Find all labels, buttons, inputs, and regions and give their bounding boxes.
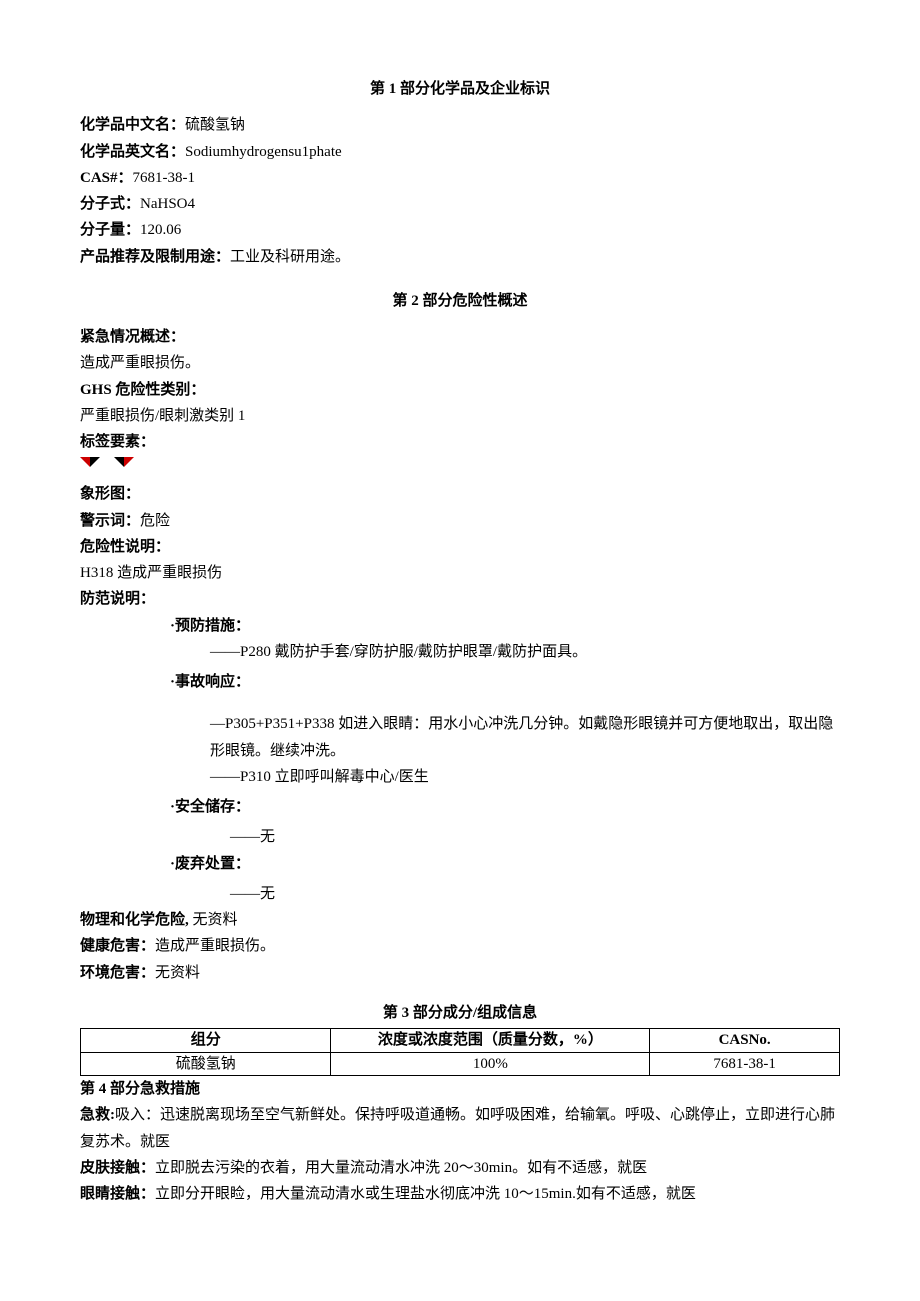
ghs-label: GHS 危险性类别：	[80, 377, 840, 403]
phys-hazard: 物理和化学危险, 无资料	[80, 907, 840, 933]
label: 分子式：	[80, 196, 140, 212]
pictogram-label: 象形图：	[80, 481, 840, 507]
hazard-value: H318 造成严重眼损伤	[80, 560, 840, 586]
section4-title: 第 4 部分急救措施	[80, 1076, 840, 1102]
value: Sodiumhydrogensu1phate	[185, 144, 342, 160]
first-aid-skin: 皮肤接触：立即脱去污染的衣着，用大量流动清水冲洗 20～30min。如有不适感，…	[80, 1155, 840, 1181]
label: 化学品英文名：	[80, 144, 185, 160]
ghs-pictogram-icon	[80, 457, 140, 477]
signal-word: 警示词：危险	[80, 508, 840, 534]
th-concentration: 浓度或浓度范围（质量分数，%）	[331, 1029, 650, 1053]
inhale-label: 吸入：	[115, 1107, 160, 1123]
th-component: 组分	[81, 1029, 331, 1053]
prevent-heading: ·预防措施：	[80, 613, 840, 639]
td-component: 硫酸氢钠	[81, 1052, 331, 1076]
label: 健康危害：	[80, 938, 155, 954]
value: 工业及科研用途。	[230, 249, 350, 265]
label: CAS#：	[80, 170, 133, 186]
response-heading: ·事故响应：	[80, 669, 840, 695]
label-elements: 标签要素：	[80, 429, 840, 455]
inhale-value: 迅速脱离现场至空气新鲜处。保持呼吸道通畅。如呼吸困难，给输氧。呼吸、心跳停止，立…	[80, 1107, 835, 1149]
response-item-1: —P305+P351+P338 如进入眼睛：用水小心冲洗几分钟。如戴隐形眼镜并可…	[80, 711, 840, 764]
emergency-label: 紧急情况概述：	[80, 324, 840, 350]
label: 物理和化学危险,	[80, 912, 193, 928]
prevent-item: ——P280 戴防护手套/穿防护服/戴防护眼罩/戴防护面具。	[80, 639, 840, 665]
disposal-item: ——无	[80, 881, 840, 907]
first-aid-eye: 眼睛接触：立即分开眼睑，用大量流动清水或生理盐水彻底冲洗 10～15min.如有…	[80, 1181, 840, 1207]
molecular-weight: 分子量：120.06	[80, 217, 840, 243]
storage-item: ——无	[80, 824, 840, 850]
formula: 分子式：NaHSO4	[80, 191, 840, 217]
skin-value: 立即脱去污染的衣着，用大量流动清水冲洗 20～30min。如有不适感，就医	[155, 1160, 647, 1176]
value: 造成严重眼损伤。	[155, 938, 275, 954]
value: 无资料	[193, 912, 238, 928]
recommended-use: 产品推荐及限制用途：工业及科研用途。	[80, 244, 840, 270]
eye-value: 立即分开眼睑，用大量流动清水或生理盐水彻底冲洗 10～15min.如有不适感，就…	[155, 1186, 696, 1202]
label: 产品推荐及限制用途：	[80, 249, 230, 265]
composition-table: 组分 浓度或浓度范围（质量分数，%） CASNo. 硫酸氢钠 100% 7681…	[80, 1028, 840, 1076]
hazard-label: 危险性说明：	[80, 534, 840, 560]
response-item-2: ——P310 立即呼叫解毒中心/医生	[80, 764, 840, 790]
section2-title: 第 2 部分危险性概述	[80, 288, 840, 314]
value: 硫酸氢钠	[185, 117, 245, 133]
disposal-heading: ·废弃处置：	[80, 851, 840, 877]
value: NaHSO4	[140, 196, 195, 212]
eye-label: 眼睛接触：	[80, 1186, 155, 1202]
precaution-label: 防范说明：	[80, 586, 840, 612]
cas-no: CAS#：7681-38-1	[80, 165, 840, 191]
health-hazard: 健康危害：造成严重眼损伤。	[80, 933, 840, 959]
aid-label: 急救:	[80, 1107, 115, 1123]
value: 危险	[140, 513, 170, 529]
label: 化学品中文名：	[80, 117, 185, 133]
td-cas: 7681-38-1	[650, 1052, 840, 1076]
section3-title: 第 3 部分成分/组成信息	[80, 1000, 840, 1026]
chem-name-en: 化学品英文名：Sodiumhydrogensu1phate	[80, 139, 840, 165]
ghs-value: 严重眼损伤/眼刺激类别 1	[80, 403, 840, 429]
table-header-row: 组分 浓度或浓度范围（质量分数，%） CASNo.	[81, 1029, 840, 1053]
env-hazard: 环境危害：无资料	[80, 960, 840, 986]
label: 分子量：	[80, 222, 140, 238]
skin-label: 皮肤接触：	[80, 1160, 155, 1176]
label: 环境危害：	[80, 965, 155, 981]
th-cas: CASNo.	[650, 1029, 840, 1053]
td-concentration: 100%	[331, 1052, 650, 1076]
value: 无资料	[155, 965, 200, 981]
emergency-value: 造成严重眼损伤。	[80, 350, 840, 376]
value: 7681-38-1	[133, 170, 196, 186]
first-aid-inhale: 急救:吸入：迅速脱离现场至空气新鲜处。保持呼吸道通畅。如呼吸困难，给输氧。呼吸、…	[80, 1102, 840, 1155]
label: 警示词：	[80, 513, 140, 529]
chem-name-cn: 化学品中文名：硫酸氢钠	[80, 112, 840, 138]
storage-heading: ·安全储存：	[80, 794, 840, 820]
section1-title: 第 1 部分化学品及企业标识	[80, 76, 840, 102]
table-row: 硫酸氢钠 100% 7681-38-1	[81, 1052, 840, 1076]
value: 120.06	[140, 222, 181, 238]
